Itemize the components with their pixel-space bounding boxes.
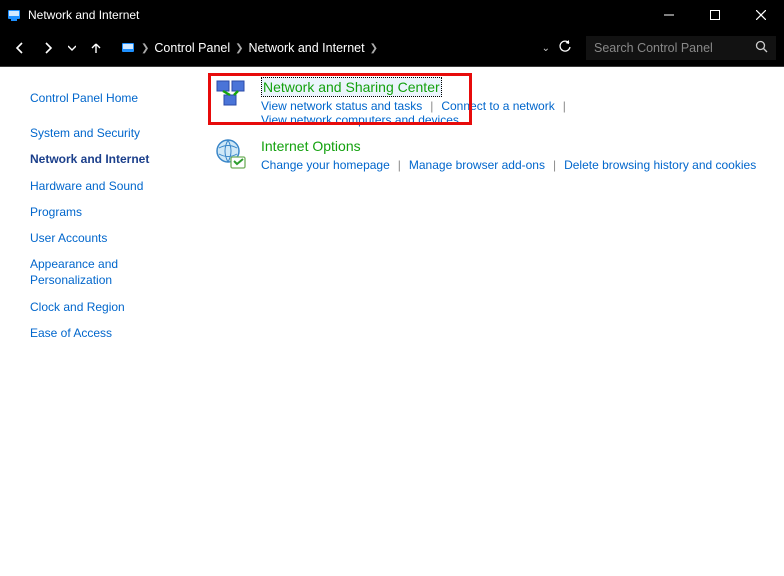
chevron-right-icon[interactable]: ❯ xyxy=(138,43,152,54)
category-internet-options: Internet Options Change your homepage | … xyxy=(213,137,766,175)
chevron-right-icon[interactable]: ❯ xyxy=(232,43,246,54)
sidebar-home-link[interactable]: Control Panel Home xyxy=(0,85,205,120)
link-view-network-computers[interactable]: View network computers and devices xyxy=(261,113,459,127)
refresh-button[interactable] xyxy=(558,40,572,57)
link-manage-addons[interactable]: Manage browser add-ons xyxy=(409,158,545,172)
chevron-right-icon[interactable]: ❯ xyxy=(367,43,381,54)
address-icon xyxy=(118,40,138,56)
separator: | xyxy=(555,99,574,113)
sidebar-item-clock-region[interactable]: Clock and Region xyxy=(0,294,205,320)
navigation-bar: ❯ Control Panel ❯ Network and Internet ❯… xyxy=(0,30,784,66)
address-bar[interactable]: ❯ Control Panel ❯ Network and Internet ❯… xyxy=(112,36,582,60)
category-network-sharing: Network and Sharing Center View network … xyxy=(213,77,766,127)
breadcrumb-seg-network-internet[interactable]: Network and Internet xyxy=(247,41,367,55)
separator: | xyxy=(390,158,409,172)
sidebar-item-network-internet[interactable]: Network and Internet xyxy=(0,146,205,172)
address-dropdown-button[interactable]: ⌄ xyxy=(542,43,550,54)
window-title: Network and Internet xyxy=(28,8,139,22)
app-icon xyxy=(6,7,22,23)
back-button[interactable] xyxy=(8,36,32,60)
sidebar-item-hardware-sound[interactable]: Hardware and Sound xyxy=(0,173,205,199)
sidebar-item-programs[interactable]: Programs xyxy=(0,199,205,225)
sidebar-item-ease-of-access[interactable]: Ease of Access xyxy=(0,320,205,346)
search-icon xyxy=(755,40,768,56)
maximize-button[interactable] xyxy=(692,0,738,30)
network-sharing-icon xyxy=(213,77,251,115)
category-title-network-sharing[interactable]: Network and Sharing Center xyxy=(261,77,442,97)
category-title-internet-options[interactable]: Internet Options xyxy=(261,137,361,155)
up-button[interactable] xyxy=(84,36,108,60)
main-panel: Network and Sharing Center View network … xyxy=(205,67,784,576)
link-change-homepage[interactable]: Change your homepage xyxy=(261,158,390,172)
search-input[interactable]: Search Control Panel xyxy=(586,36,776,60)
link-delete-history[interactable]: Delete browsing history and cookies xyxy=(564,158,756,172)
sidebar-item-appearance[interactable]: Appearance and Personalization xyxy=(0,251,140,293)
recent-locations-button[interactable] xyxy=(64,36,80,60)
sidebar-item-user-accounts[interactable]: User Accounts xyxy=(0,225,205,251)
sidebar-item-system-security[interactable]: System and Security xyxy=(0,120,205,146)
separator: | xyxy=(422,99,441,113)
window-titlebar: Network and Internet xyxy=(0,0,784,30)
link-connect-to-network[interactable]: Connect to a network xyxy=(441,99,554,113)
search-placeholder: Search Control Panel xyxy=(594,41,713,55)
close-button[interactable] xyxy=(738,0,784,30)
internet-options-icon xyxy=(213,137,251,175)
separator: | xyxy=(545,158,564,172)
link-view-network-status[interactable]: View network status and tasks xyxy=(261,99,422,113)
sidebar: Control Panel Home System and Security N… xyxy=(0,67,205,576)
breadcrumb-seg-control-panel[interactable]: Control Panel xyxy=(152,41,232,55)
forward-button[interactable] xyxy=(36,36,60,60)
minimize-button[interactable] xyxy=(646,0,692,30)
